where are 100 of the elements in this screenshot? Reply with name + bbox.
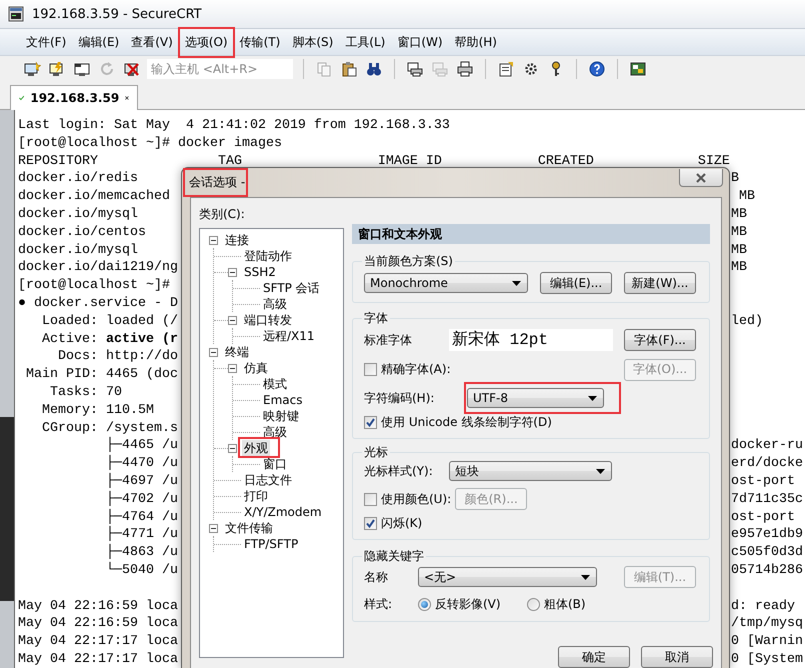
tree-item[interactable]: 端口转发 <box>242 312 294 328</box>
checkbox[interactable] <box>364 517 377 530</box>
dropdown[interactable]: Monochrome <box>364 273 528 293</box>
radio-label: 粗体(B) <box>544 596 587 612</box>
tree-item[interactable]: 窗口 <box>261 456 289 472</box>
terminal-line: May 04 22:16:59 loca <box>18 598 178 616</box>
terminal-icon <box>8 6 24 22</box>
tree-item[interactable]: X/Y/Zmodem <box>242 504 324 520</box>
help-icon[interactable] <box>587 59 607 79</box>
terminal-line: [root@localhost ~]# <box>18 277 170 295</box>
tree-item[interactable]: 映射键 <box>261 408 301 424</box>
ok-button[interactable]: 确定 <box>558 646 630 668</box>
checkbox[interactable] <box>364 492 377 506</box>
check-icon <box>366 418 375 426</box>
terminal-line: ● docker.service - D <box>18 294 178 313</box>
dropdown[interactable]: UTF-8 <box>467 388 604 408</box>
menu-item[interactable]: 传输(T) <box>234 30 286 54</box>
terminal-line: 05714b286 <box>731 562 803 580</box>
section-header: 窗口和文本外观 <box>352 224 710 244</box>
font-button[interactable]: 字体(F)... <box>624 329 696 351</box>
tree-item[interactable]: 终端 <box>223 344 251 360</box>
collapse-icon[interactable] <box>209 524 218 532</box>
checkbox-label: 闪烁(K) <box>381 515 422 532</box>
tree-item[interactable]: 模式 <box>261 376 289 392</box>
terminal-line: ├─4702 /u <box>104 490 178 508</box>
checkbox[interactable] <box>364 363 377 376</box>
terminal-line: 0 [System <box>731 650 803 668</box>
menu-item[interactable]: 工具(L) <box>340 30 390 54</box>
radio-button[interactable] <box>418 598 431 610</box>
monitor-icon[interactable] <box>22 59 42 79</box>
terminal-line: Tasks: 70 <box>48 384 122 402</box>
group-title: 光标 <box>363 445 389 459</box>
field-label: 标准字体 <box>364 332 413 348</box>
terminal-line: c505f0d3d <box>731 544 803 562</box>
tree-item[interactable]: 高级 <box>261 296 289 312</box>
menu-item[interactable]: 选项(O) <box>180 30 233 54</box>
collapse-icon[interactable] <box>228 316 237 324</box>
terminal-line: B <box>731 170 739 188</box>
tree-item[interactable]: 仿真 <box>242 360 270 376</box>
checkbox[interactable] <box>364 416 377 428</box>
dropdown[interactable]: <无> <box>418 567 597 587</box>
terminal-line: e957e1db9 <box>731 526 803 544</box>
terminal-line: 0 [Warnin <box>731 633 803 651</box>
menu-item[interactable]: 窗口(W) <box>392 30 448 54</box>
collapse-icon[interactable] <box>228 364 237 372</box>
tree-item[interactable]: FTP/SFTP <box>242 536 300 552</box>
edit-button[interactable]: 编辑(E)... <box>540 272 612 294</box>
menu-item[interactable]: 文件(F) <box>21 30 72 54</box>
terminal-line: MB <box>738 188 755 206</box>
terminal-line: May 04 22:17:17 loca <box>18 633 178 651</box>
tree-item[interactable]: 打印 <box>242 488 270 504</box>
caret-icon <box>581 574 590 580</box>
tree-item[interactable]: 外观 <box>242 440 270 456</box>
tree-item[interactable]: 远程/X11 <box>261 328 317 344</box>
terminal-line: Active: active (r <box>40 330 178 348</box>
terminal-line: REPOSITORY TAG IMAGE ID CREATED SIZE <box>18 152 730 170</box>
cancel-button[interactable]: 取消 <box>641 646 713 668</box>
menu-item[interactable]: 脚本(S) <box>287 30 338 54</box>
terminal-line: docker.io/mysql <box>18 206 138 224</box>
terminal-line: docker.io/redis <box>18 170 138 188</box>
field-label: 名称 <box>364 568 389 586</box>
menu-item[interactable]: 编辑(E) <box>73 30 124 54</box>
terminal-line: MB <box>731 206 747 224</box>
terminal-line: Docs: http://do <box>56 348 178 366</box>
tree-item[interactable]: 登陆动作 <box>242 248 294 264</box>
terminal-line: Memory: 110.5M <box>40 402 154 420</box>
collapse-icon[interactable] <box>209 348 218 356</box>
collapse-icon[interactable] <box>228 268 237 276</box>
terminal-line: docker.io/dai1219/ng <box>18 259 178 278</box>
terminal-line: docker.io/memcached <box>18 188 170 206</box>
new-button[interactable]: 新建(W)... <box>624 272 696 294</box>
terminal-line: d: ready <box>731 598 795 616</box>
menu-item[interactable]: 帮助(H) <box>450 30 502 54</box>
terminal-line: Last login: Sat May 4 21:41:02 2019 from 192.168.3.33 <box>18 117 450 135</box>
tree-item[interactable]: 连接 <box>223 232 251 248</box>
terminal-line: May 04 22:17:17 loca <box>18 650 178 668</box>
tree-item[interactable]: 日志文件 <box>242 472 294 488</box>
close-button[interactable] <box>679 169 723 187</box>
menu-item[interactable]: 查看(V) <box>126 30 178 54</box>
field-label: 类别(C): <box>199 207 246 221</box>
tree-item[interactable]: 高级 <box>261 424 289 440</box>
radio-button[interactable] <box>527 598 540 610</box>
tree-item[interactable]: Emacs <box>261 392 304 408</box>
group-title: 当前颜色方案(S) <box>363 254 454 268</box>
tree-item[interactable]: SSH2 <box>242 264 278 280</box>
collapse-icon[interactable] <box>228 444 237 452</box>
collapse-icon[interactable] <box>209 236 218 244</box>
dialog-title: 会话选项 - <box>189 174 246 191</box>
check-icon <box>366 519 375 528</box>
tab[interactable]: 192.168.3.59 <box>10 85 138 110</box>
host-field[interactable]: 输入主机 <Alt+R> <box>147 59 293 79</box>
terminal-line: ├─4863 /u <box>104 544 178 562</box>
group-title: 隐藏关键字 <box>363 549 425 563</box>
tree-item[interactable]: 文件传输 <box>223 520 275 536</box>
dropdown[interactable]: 短块 <box>449 461 612 481</box>
window-title: 192.168.3.59 - SecureCRT <box>32 6 202 22</box>
terminal-line: MB <box>731 224 747 242</box>
tree-item[interactable]: SFTP 会话 <box>261 280 322 296</box>
printer-icon[interactable] <box>455 59 475 79</box>
terminal-line: MB <box>731 242 747 260</box>
